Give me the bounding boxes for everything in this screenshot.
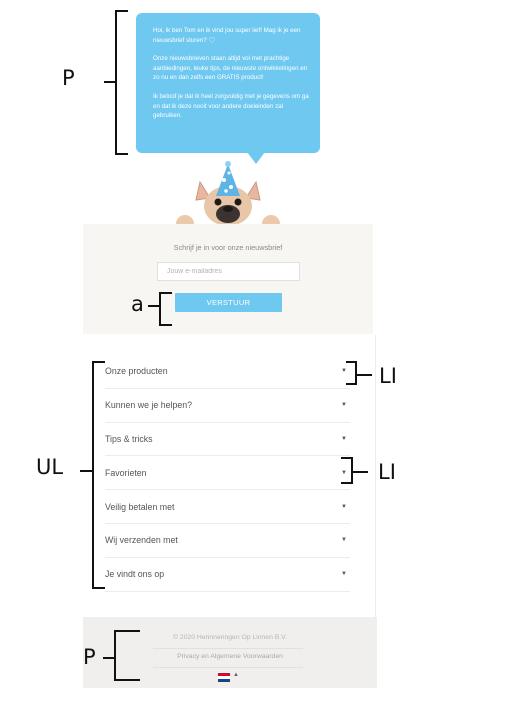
- heart-outline-icon: ♡: [208, 35, 216, 45]
- annotation-label-ul: UL: [36, 455, 64, 479]
- footer-divider: [153, 648, 303, 649]
- menu-item-label: Kunnen we je helpen?: [105, 400, 193, 411]
- caret-down-icon: ▼: [341, 503, 347, 510]
- caret-down-icon: ▼: [341, 537, 347, 544]
- page: P Hoi, ik ben Tom en ik vind jou super l…: [0, 0, 527, 712]
- annotation-label-li-first: LI: [379, 364, 397, 388]
- bubble-greeting: Hoi, ik ben Tom en ik vind jou super lie…: [153, 27, 301, 45]
- annotation-label-li-second: LI: [378, 460, 396, 484]
- menu-item-wij-verzenden-met[interactable]: Wij verzenden met ▼: [105, 524, 350, 558]
- menu-item-label: Tips & tricks: [105, 433, 153, 444]
- newsletter-title: Schrijf je in voor onze nieuwsbrief: [173, 243, 283, 252]
- annotation-tick-li-second: [353, 471, 368, 473]
- menu-item-label: Veilig betalen met: [105, 501, 175, 512]
- annotation-bracket-p-bottom: [114, 630, 140, 681]
- submit-button[interactable]: VERSTUUR: [175, 293, 282, 312]
- menu-item-kunnen-we-je-helpen[interactable]: Kunnen we je helpen? ▼: [105, 389, 350, 423]
- menu-item-label: Je vindt ons op: [105, 569, 165, 580]
- annotation-bracket-p-top: [115, 10, 128, 155]
- annotation-tick-li-first: [357, 374, 372, 376]
- caret-up-icon[interactable]: ▲: [233, 672, 239, 678]
- annotation-bracket-a: [159, 292, 172, 326]
- menu-item-veilig-betalen-met[interactable]: Veilig betalen met ▼: [105, 490, 350, 524]
- caret-down-icon: ▼: [341, 402, 347, 409]
- dutch-flag-icon[interactable]: [218, 673, 230, 682]
- menu-item-onze-producten[interactable]: Onze producten ▼: [105, 355, 350, 389]
- menu-item-label: Favorieten: [105, 467, 147, 478]
- menu-item-label: Onze producten: [105, 366, 168, 377]
- newsletter-form: Schrijf je in voor onze nieuwsbrief VERS…: [83, 224, 373, 334]
- caret-down-icon: ▼: [341, 571, 347, 578]
- annotation-label-a: a: [131, 292, 144, 316]
- menu-item-tips-tricks[interactable]: Tips & tricks ▼: [105, 423, 350, 457]
- footer-menu-list: Onze producten ▼ Kunnen we je helpen? ▼ Ti…: [105, 355, 350, 592]
- annotation-label-p-bottom: P: [83, 645, 96, 669]
- annotation-label-p-top: P: [62, 66, 75, 90]
- annotation-bracket-li-second: [341, 457, 353, 484]
- bubble-body: Onze nieuwsbrieven staan altijd vol met …: [153, 55, 308, 82]
- bubble-promise: Ik beloof je dat ik heel zorgvuldig met …: [153, 92, 309, 120]
- email-input[interactable]: [157, 262, 300, 281]
- menu-item-favorieten[interactable]: Favorieten ▼: [105, 456, 350, 491]
- annotation-bracket-li-first: [346, 361, 357, 385]
- menu-item-je-vindt-ons-op[interactable]: Je vindt ons op ▼: [105, 558, 350, 592]
- newsletter-speech-bubble: Hoi, ik ben Tom en ik vind jou super lie…: [136, 13, 320, 153]
- menu-item-label: Wij verzenden met: [105, 535, 178, 546]
- caret-down-icon: ▼: [341, 435, 347, 442]
- annotation-bracket-ul: [92, 361, 105, 589]
- footer-divider: [153, 667, 303, 668]
